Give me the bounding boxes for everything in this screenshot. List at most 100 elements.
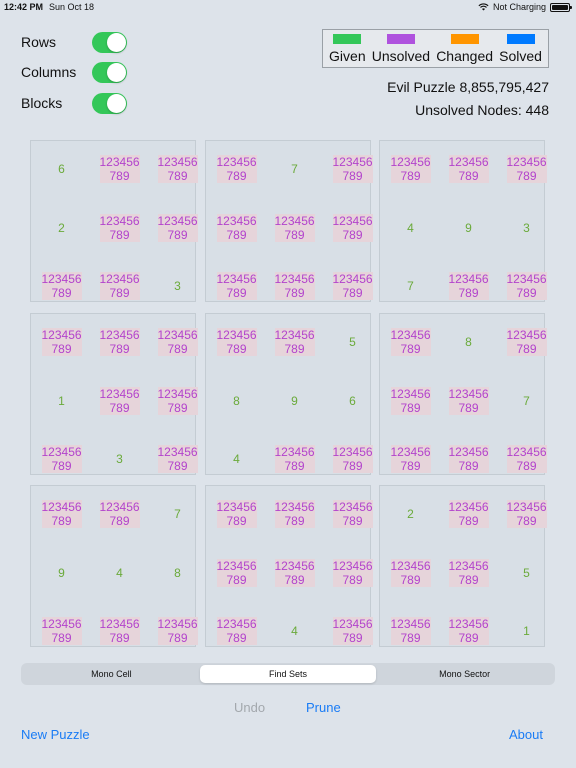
- sudoku-cell[interactable]: 123456 789: [150, 315, 205, 369]
- sudoku-cell[interactable]: 123456 789: [441, 604, 496, 658]
- sudoku-cell[interactable]: 123456 789: [209, 487, 264, 541]
- sudoku-cell[interactable]: 8: [209, 374, 264, 428]
- sudoku-cell[interactable]: 123456 789: [209, 142, 264, 196]
- sudoku-cell[interactable]: 123456 789: [209, 201, 264, 255]
- sudoku-cell[interactable]: 3: [150, 259, 205, 313]
- toggle-rows[interactable]: Rows: [21, 30, 127, 54]
- sudoku-cell[interactable]: 123456 789: [383, 546, 438, 600]
- sudoku-cell[interactable]: 7: [150, 487, 205, 541]
- sudoku-cell[interactable]: 2: [34, 201, 89, 255]
- sudoku-cell[interactable]: 123456 789: [209, 604, 264, 658]
- sudoku-cell[interactable]: 123456 789: [499, 142, 554, 196]
- sudoku-cell[interactable]: 6: [34, 142, 89, 196]
- candidate-list: 123456 789: [390, 155, 431, 183]
- sudoku-cell[interactable]: 123456 789: [267, 201, 322, 255]
- new-puzzle-button[interactable]: New Puzzle: [21, 727, 90, 742]
- toggle-blocks[interactable]: Blocks: [21, 91, 127, 115]
- sudoku-cell[interactable]: 123456 789: [92, 142, 147, 196]
- sudoku-cell[interactable]: 123456 789: [92, 604, 147, 658]
- candidates-line2: 789: [167, 342, 188, 356]
- sudoku-cell[interactable]: 123456 789: [441, 432, 496, 486]
- sudoku-cell[interactable]: 123456 789: [92, 487, 147, 541]
- sudoku-cell[interactable]: 123456 789: [209, 259, 264, 313]
- sudoku-cell[interactable]: 123456 789: [441, 374, 496, 428]
- sudoku-cell[interactable]: 123456 789: [150, 201, 205, 255]
- sudoku-cell[interactable]: 123456 789: [267, 487, 322, 541]
- sudoku-cell[interactable]: 3: [92, 432, 147, 486]
- sudoku-cell[interactable]: 2: [383, 487, 438, 541]
- sudoku-cell[interactable]: 123456 789: [267, 315, 322, 369]
- sudoku-cell[interactable]: 9: [34, 546, 89, 600]
- sudoku-cell[interactable]: 7: [267, 142, 322, 196]
- sudoku-cell[interactable]: 7: [383, 259, 438, 313]
- sudoku-cell[interactable]: 123456 789: [150, 374, 205, 428]
- sudoku-cell[interactable]: 123456 789: [209, 546, 264, 600]
- sudoku-cell[interactable]: 6: [325, 374, 380, 428]
- sudoku-cell[interactable]: 1: [34, 374, 89, 428]
- prune-button[interactable]: Prune: [306, 700, 341, 715]
- sudoku-cell[interactable]: 5: [325, 315, 380, 369]
- sudoku-cell[interactable]: 3: [499, 201, 554, 255]
- sudoku-cell[interactable]: 123456 789: [441, 487, 496, 541]
- given-digit: 7: [407, 279, 414, 293]
- sudoku-cell[interactable]: 123456 789: [383, 142, 438, 196]
- sudoku-cell[interactable]: 123456 789: [92, 374, 147, 428]
- segment-mono-sector[interactable]: Mono Sector: [376, 665, 553, 683]
- sudoku-cell[interactable]: 123456 789: [267, 432, 322, 486]
- sudoku-cell[interactable]: 7: [499, 374, 554, 428]
- about-button[interactable]: About: [509, 727, 543, 742]
- toggle-columns[interactable]: Columns: [21, 60, 127, 84]
- candidates-line1: 123456: [157, 214, 198, 228]
- sudoku-cell[interactable]: 123456 789: [267, 546, 322, 600]
- sudoku-cell[interactable]: 123456 789: [441, 142, 496, 196]
- sudoku-cell[interactable]: 123456 789: [383, 315, 438, 369]
- sudoku-cell[interactable]: 4: [92, 546, 147, 600]
- candidates-line1: 123456: [390, 328, 431, 342]
- sudoku-cell[interactable]: 123456 789: [441, 546, 496, 600]
- sudoku-cell[interactable]: 123456 789: [150, 604, 205, 658]
- sudoku-cell[interactable]: 123456 789: [325, 546, 380, 600]
- segment-mono-cell[interactable]: Mono Cell: [23, 665, 200, 683]
- sudoku-cell[interactable]: 8: [150, 546, 205, 600]
- sudoku-cell[interactable]: 123456 789: [499, 487, 554, 541]
- segment-find-sets[interactable]: Find Sets: [199, 665, 377, 683]
- sudoku-cell[interactable]: 9: [441, 201, 496, 255]
- sudoku-cell[interactable]: 8: [441, 315, 496, 369]
- sudoku-cell[interactable]: 123456 789: [383, 604, 438, 658]
- blocks-switch[interactable]: [92, 92, 127, 114]
- sudoku-cell[interactable]: 123456 789: [325, 142, 380, 196]
- sudoku-cell[interactable]: 123456 789: [499, 259, 554, 313]
- sudoku-cell[interactable]: 4: [209, 432, 264, 486]
- rows-switch[interactable]: [92, 31, 127, 53]
- sudoku-cell[interactable]: 123456 789: [499, 315, 554, 369]
- sudoku-cell[interactable]: 123456 789: [92, 201, 147, 255]
- undo-button[interactable]: Undo: [234, 700, 265, 715]
- sudoku-cell[interactable]: 123456 789: [34, 259, 89, 313]
- sudoku-cell[interactable]: 123456 789: [325, 432, 380, 486]
- sudoku-cell[interactable]: 123456 789: [325, 201, 380, 255]
- sudoku-cell[interactable]: 9: [267, 374, 322, 428]
- columns-switch[interactable]: [92, 61, 127, 83]
- sudoku-cell[interactable]: 123456 789: [34, 432, 89, 486]
- sudoku-cell[interactable]: 123456 789: [441, 259, 496, 313]
- sudoku-cell[interactable]: 123456 789: [150, 432, 205, 486]
- sudoku-cell[interactable]: 123456 789: [499, 432, 554, 486]
- sudoku-cell[interactable]: 123456 789: [267, 259, 322, 313]
- sudoku-cell[interactable]: 123456 789: [325, 604, 380, 658]
- sudoku-cell[interactable]: 5: [499, 546, 554, 600]
- sudoku-cell[interactable]: 123456 789: [34, 487, 89, 541]
- candidate-list: 123456 789: [99, 272, 140, 300]
- sudoku-cell[interactable]: 1: [499, 604, 554, 658]
- sudoku-cell[interactable]: 123456 789: [34, 315, 89, 369]
- sudoku-cell[interactable]: 123456 789: [34, 604, 89, 658]
- sudoku-cell[interactable]: 123456 789: [150, 142, 205, 196]
- sudoku-cell[interactable]: 123456 789: [383, 374, 438, 428]
- sudoku-cell[interactable]: 123456 789: [209, 315, 264, 369]
- sudoku-cell[interactable]: 123456 789: [325, 259, 380, 313]
- sudoku-cell[interactable]: 123456 789: [92, 315, 147, 369]
- sudoku-cell[interactable]: 123456 789: [383, 432, 438, 486]
- sudoku-cell[interactable]: 123456 789: [325, 487, 380, 541]
- sudoku-cell[interactable]: 4: [383, 201, 438, 255]
- sudoku-cell[interactable]: 4: [267, 604, 322, 658]
- sudoku-cell[interactable]: 123456 789: [92, 259, 147, 313]
